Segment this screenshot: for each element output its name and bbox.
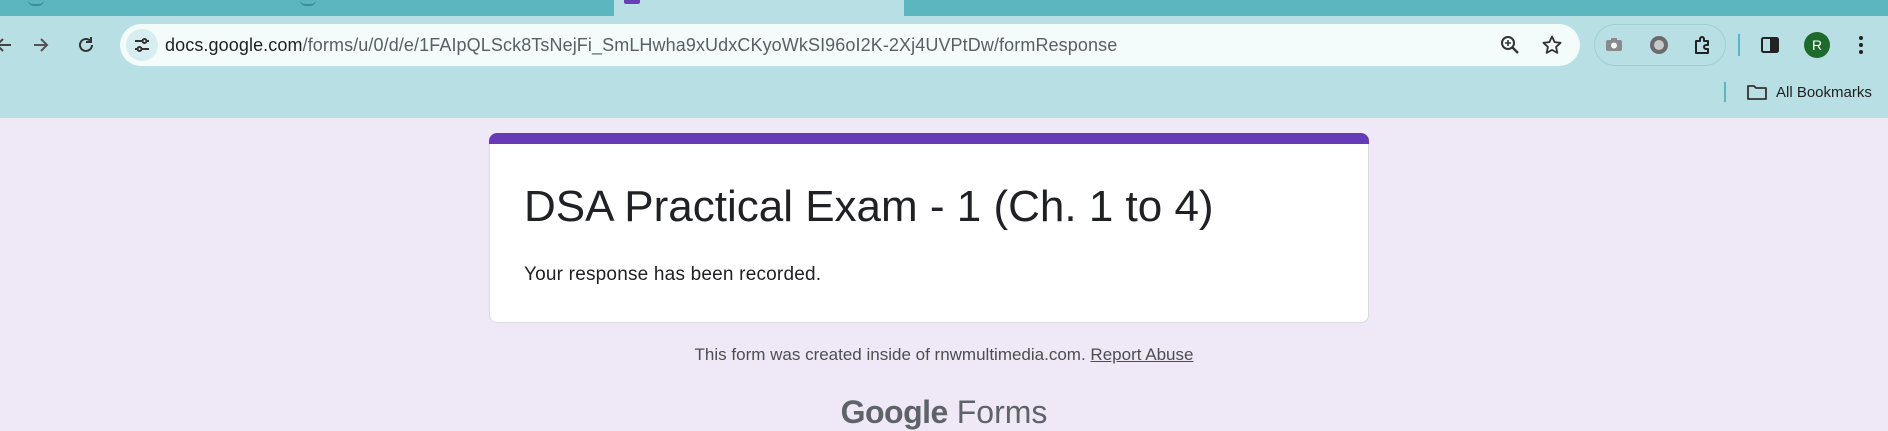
folder-icon (1747, 85, 1767, 100)
back-arrow-icon (0, 38, 11, 52)
puzzle-icon (1695, 36, 1709, 54)
reload-icon (79, 37, 93, 52)
tab-inactive-right[interactable] (904, 0, 1888, 16)
zoom-button[interactable] (1496, 31, 1524, 59)
toolbar-divider (1738, 34, 1740, 56)
forward-button[interactable] (24, 28, 58, 62)
confirmation-message: Your response has been recorded. (524, 264, 822, 285)
google-wordmark: Google (840, 394, 949, 430)
profile-avatar[interactable]: R (1804, 32, 1830, 58)
tab-active[interactable] (614, 0, 904, 16)
tab-strip (0, 0, 1888, 16)
zoom-icon (1501, 36, 1519, 54)
tab-favicon (28, 0, 44, 6)
side-panel-icon (1761, 37, 1779, 53)
browser-chrome: docs.google.com/forms/u/0/d/e/1FAIpQLSck… (0, 0, 1888, 118)
google-forms-logo[interactable]: Google Forms (0, 394, 1888, 431)
camera-icon (1606, 38, 1622, 51)
forms-wordmark: Forms (956, 394, 1048, 430)
all-bookmarks-button[interactable]: All Bookmarks (1746, 80, 1872, 104)
footer-created-text: This form was created inside of rnwmulti… (694, 345, 1086, 364)
back-button[interactable] (0, 28, 20, 62)
form-title: DSA Practical Exam - 1 (Ch. 1 to 4) (524, 182, 1214, 231)
form-footer: This form was created inside of rnwmulti… (0, 345, 1888, 365)
reload-button[interactable] (69, 28, 103, 62)
star-icon (1542, 35, 1562, 54)
extensions-button[interactable] (1686, 28, 1720, 62)
shield-extension-button[interactable] (1642, 28, 1676, 62)
tab-inactive-left[interactable] (0, 0, 612, 16)
bookmark-star-button[interactable] (1538, 31, 1566, 59)
forms-favicon-icon (624, 0, 640, 4)
forward-arrow-icon (34, 38, 49, 52)
all-bookmarks-label: All Bookmarks (1776, 83, 1872, 101)
shield-icon (1650, 36, 1668, 54)
screenshot-extension-button[interactable] (1597, 28, 1631, 62)
address-bar[interactable]: docs.google.com/forms/u/0/d/e/1FAIpQLSck… (120, 24, 1580, 66)
form-card: DSA Practical Exam - 1 (Ch. 1 to 4) Your… (489, 144, 1369, 323)
side-panel-button[interactable] (1753, 28, 1787, 62)
tab-favicon (300, 0, 316, 6)
menu-button[interactable] (1844, 28, 1878, 62)
url-path: /forms/u/0/d/e/1FAIpQLSck8TsNejFi_SmLHwh… (302, 35, 1118, 55)
report-abuse-link[interactable]: Report Abuse (1090, 345, 1193, 364)
site-info-button[interactable] (126, 29, 158, 61)
url-host: docs.google.com (165, 35, 303, 55)
tune-icon (135, 38, 149, 52)
url-text[interactable]: docs.google.com/forms/u/0/d/e/1FAIpQLSck… (165, 35, 1117, 56)
bookmarks-divider (1724, 82, 1726, 102)
more-vertical-icon (1859, 36, 1863, 54)
